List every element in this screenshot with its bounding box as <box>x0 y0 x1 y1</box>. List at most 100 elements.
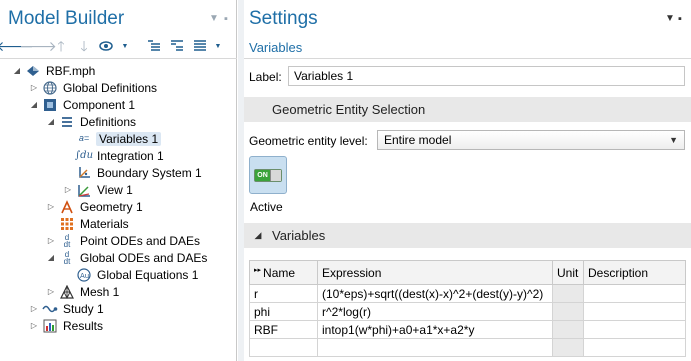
integration-icon: ∫du <box>74 149 94 161</box>
cell-name[interactable]: RBF <box>249 320 318 339</box>
tree-item-geometry-1[interactable]: ▷ Geometry 1 <box>46 198 144 215</box>
collapsed-twisty-icon[interactable]: ▷ <box>63 185 73 194</box>
expanded-twisty-icon[interactable]: ◢ <box>29 100 39 109</box>
tree-item-definitions[interactable]: ◢ Definitions <box>46 113 137 130</box>
tree-item-global-equations-1[interactable]: Au Global Equations 1 <box>63 266 199 283</box>
column-header-expression[interactable]: Expression <box>317 260 553 285</box>
cell-description[interactable] <box>583 284 686 303</box>
cell-unit <box>552 302 584 321</box>
collapse-all-icon[interactable] <box>168 37 186 55</box>
collapsed-twisty-icon[interactable]: ▷ <box>46 202 56 211</box>
tree-item-variables-1[interactable]: a= Variables 1 <box>63 130 162 147</box>
tree-item-label: Integration 1 <box>97 148 164 163</box>
expanded-twisty-icon[interactable]: ◢ <box>46 117 56 126</box>
ode-icon: d dt <box>63 232 71 249</box>
study-icon <box>42 302 58 316</box>
cell-expression[interactable]: intop1(w*phi)+a0+a1*x+a2*y <box>317 320 553 339</box>
cell-description[interactable] <box>583 320 686 339</box>
table-row[interactable]: phi r^2*log(r) <box>249 302 686 321</box>
expanded-twisty-icon[interactable]: ◢ <box>12 66 22 75</box>
globe-icon <box>42 80 58 95</box>
tree-item-materials[interactable]: Materials <box>46 215 130 232</box>
tree-item-global-odes[interactable]: ◢ d dt Global ODEs and DAEs <box>46 249 208 266</box>
collapsed-twisty-icon[interactable]: ▷ <box>29 304 39 313</box>
view-icon <box>76 183 92 197</box>
tree-item-label: View 1 <box>97 182 133 197</box>
pin-icon[interactable]: ▼ <box>665 13 675 24</box>
section-collapse-icon[interactable]: ◢ <box>244 230 272 241</box>
cell-expression[interactable]: (10*eps)+sqrt((dest(x)-x)^2+(dest(y)-y)^… <box>317 284 553 303</box>
svg-text:Au: Au <box>80 272 89 280</box>
boundary-system-icon <box>76 166 92 180</box>
geometry-icon <box>59 199 75 214</box>
down-arrow-icon[interactable]: 🡓 <box>75 37 93 55</box>
cell-unit <box>552 320 584 339</box>
label-input[interactable] <box>288 66 685 86</box>
cell-description[interactable] <box>583 302 686 321</box>
tree-item-view-1[interactable]: ▷ View 1 <box>63 181 134 198</box>
view-menu-icon[interactable]: ▼ <box>209 13 219 24</box>
panel-title: Model Builder <box>8 8 125 29</box>
up-arrow-icon[interactable]: 🡑 <box>52 37 70 55</box>
column-header-name[interactable]: ▸▸ Name <box>249 260 318 285</box>
tree-item-component-1[interactable]: ◢ Component 1 <box>29 96 136 113</box>
table-row[interactable]: r (10*eps)+sqrt((dest(x)-x)^2+(dest(y)-y… <box>249 284 686 303</box>
table-row[interactable] <box>249 338 686 357</box>
expand-all-icon[interactable] <box>145 37 163 55</box>
tree-item-label: Materials <box>80 216 129 231</box>
model-builder-panel: Model Builder ▼ ▪ 🡐 🡒 🡑 🡓 ▼ ▼ ◢ RBF.mph … <box>0 0 237 361</box>
collapsed-twisty-icon[interactable]: ▷ <box>29 321 39 330</box>
tree-item-results[interactable]: ▷ Results <box>29 317 104 334</box>
materials-icon <box>59 217 75 231</box>
cell-expression[interactable] <box>317 338 553 357</box>
expanded-twisty-icon[interactable]: ◢ <box>46 253 56 262</box>
collapsed-twisty-icon[interactable]: ▷ <box>46 287 56 296</box>
collapsed-twisty-icon[interactable]: ▷ <box>29 83 39 92</box>
tree-item-global-definitions[interactable]: ▷ Global Definitions <box>29 79 158 96</box>
global-equations-icon: Au <box>76 267 92 282</box>
cell-name[interactable]: r <box>249 284 318 303</box>
settings-panel: Settings ▼ ▪ Variables Label: Geometric … <box>244 0 691 361</box>
column-header-description[interactable]: Description <box>583 260 686 285</box>
cell-description[interactable] <box>583 338 686 357</box>
settings-title: Settings <box>249 8 318 29</box>
column-resize-icon: ▸▸ <box>254 267 262 274</box>
column-header-unit[interactable]: Unit <box>552 260 584 285</box>
geometric-level-value: Entire model <box>384 133 452 147</box>
cell-expression[interactable]: r^2*log(r) <box>317 302 553 321</box>
tree-item-integration-1[interactable]: ∫du Integration 1 <box>63 147 165 164</box>
tree-item-mesh-1[interactable]: ▷ Mesh 1 <box>46 283 120 300</box>
show-eye-icon[interactable] <box>98 37 116 55</box>
tree-item-label: Point ODEs and DAEs <box>80 233 201 248</box>
show-dropdown-icon[interactable]: ▼ <box>121 37 129 55</box>
minimize-icon[interactable]: ▪ <box>224 13 228 25</box>
tree-item-point-odes[interactable]: ▷ d dt Point ODEs and DAEs <box>46 232 201 249</box>
cell-name[interactable]: phi <box>249 302 318 321</box>
cell-name[interactable] <box>249 338 318 357</box>
collapsed-twisty-icon[interactable]: ▷ <box>46 236 56 245</box>
model-builder-toolbar: 🡐 🡒 🡑 🡓 ▼ ▼ <box>0 36 231 56</box>
tree-item-label: Boundary System 1 <box>97 165 202 180</box>
variables-section-header[interactable]: ◢ Variables <box>244 223 691 248</box>
minimize-icon[interactable]: ▪ <box>678 13 682 25</box>
active-label: Active <box>250 200 283 214</box>
table-header-row: ▸▸ Name Expression Unit Description <box>249 260 686 285</box>
active-toggle-button[interactable]: ON <box>249 156 287 194</box>
tree-item-boundary-system-1[interactable]: Boundary System 1 <box>63 164 203 181</box>
tree-item-label: Geometry 1 <box>80 199 143 214</box>
tree-item-study-1[interactable]: ▷ Study 1 <box>29 300 105 317</box>
variables-icon: a= <box>78 133 90 143</box>
cell-unit <box>552 284 584 303</box>
section-title: Geometric Entity Selection <box>272 102 426 117</box>
list-dropdown-icon[interactable]: ▼ <box>214 37 222 55</box>
tree-item-rbf-mph[interactable]: ◢ RBF.mph <box>12 62 96 79</box>
geometric-entity-section-header[interactable]: Geometric Entity Selection <box>244 97 691 122</box>
toggle-switch-icon: ON <box>254 168 282 182</box>
geometric-level-select[interactable]: Entire model ▼ <box>377 130 685 150</box>
table-row[interactable]: RBF intop1(w*phi)+a0+a1*x+a2*y <box>249 320 686 339</box>
section-title: Variables <box>272 228 326 243</box>
geometric-level-label: Geometric entity level: <box>249 134 368 148</box>
forward-arrow-icon[interactable]: 🡒 <box>19 37 57 55</box>
definitions-icon <box>59 115 75 129</box>
list-options-icon[interactable] <box>191 37 209 55</box>
